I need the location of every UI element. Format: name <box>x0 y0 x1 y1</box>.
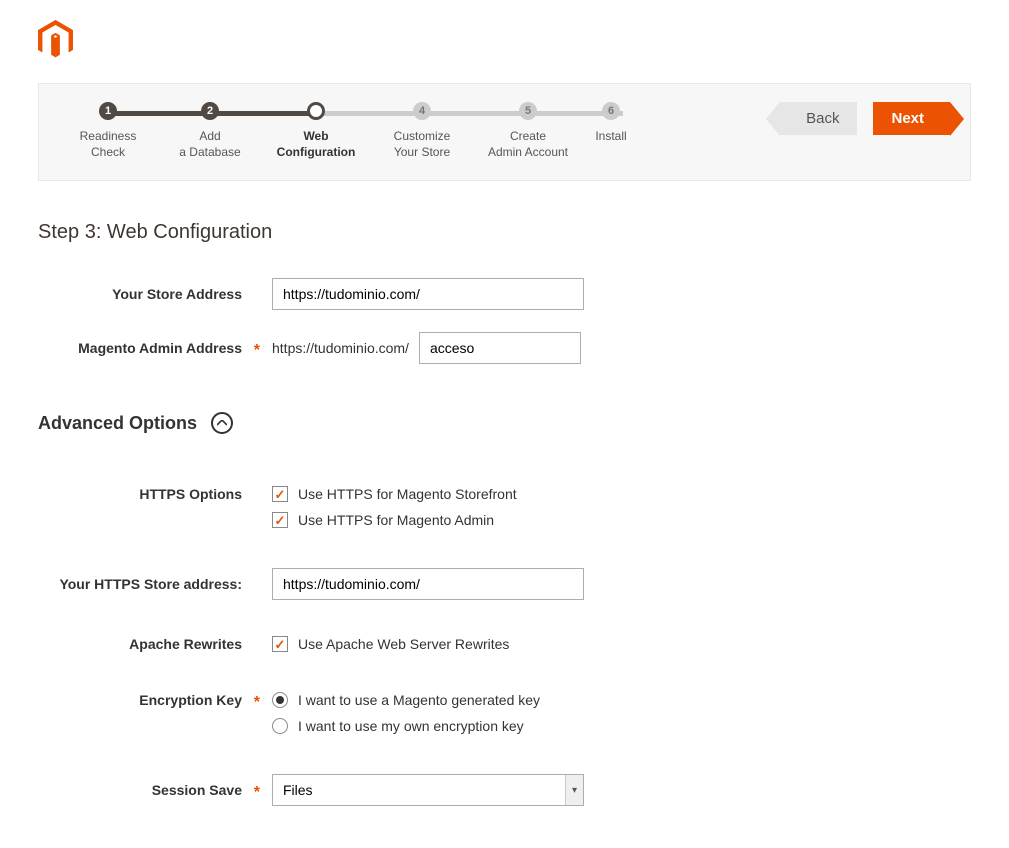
step-label: CreateAdmin Account <box>488 128 568 160</box>
back-button[interactable]: Back <box>780 102 857 135</box>
checkbox-apache[interactable] <box>272 636 288 652</box>
session-save-select[interactable]: Files <box>272 774 584 806</box>
advanced-options-header[interactable]: Advanced Options <box>38 412 971 434</box>
magento-logo-icon <box>38 20 73 60</box>
row-https-options: HTTPS Options Use HTTPS for Magento Stor… <box>38 486 971 502</box>
row-https-store-address: Your HTTPS Store address: <box>38 568 971 600</box>
step-web-config: 3 WebConfiguration <box>263 102 369 160</box>
label-session: Session Save <box>38 782 272 798</box>
row-encryption-own: I want to use my own encryption key <box>38 718 971 734</box>
page-body: Step 3: Web Configuration Your Store Add… <box>0 181 1009 848</box>
checkbox-label[interactable]: Use HTTPS for Magento Admin <box>298 512 494 528</box>
step-customize: 4 CustomizeYour Store <box>369 102 475 160</box>
checkbox-https-admin[interactable] <box>272 512 288 528</box>
step-circle-1: 1 <box>99 102 117 120</box>
step-circle-4: 4 <box>413 102 431 120</box>
radio-label[interactable]: I want to use a Magento generated key <box>298 692 540 708</box>
logo-area <box>0 0 1009 83</box>
step-readiness: 1 ReadinessCheck <box>59 102 157 160</box>
row-apache: Apache Rewrites Use Apache Web Server Re… <box>38 636 971 652</box>
checkbox-label[interactable]: Use Apache Web Server Rewrites <box>298 636 509 652</box>
label-encryption: Encryption Key <box>38 692 272 708</box>
https-store-input[interactable] <box>272 568 584 600</box>
next-button[interactable]: Next <box>873 102 950 135</box>
step-circle-5: 5 <box>519 102 537 120</box>
step-label: Adda Database <box>179 128 240 160</box>
step-num: 5 <box>525 105 531 117</box>
admin-path-input[interactable] <box>419 332 581 364</box>
radio-enc-magento[interactable] <box>272 692 288 708</box>
radio-label[interactable]: I want to use my own encryption key <box>298 718 524 734</box>
row-admin-address: Magento Admin Address https://tudominio.… <box>38 332 971 364</box>
wizard-progress-bar: 1 ReadinessCheck 2 Adda Database 3 WebCo… <box>38 83 971 181</box>
step-label: CustomizeYour Store <box>394 128 451 160</box>
row-session-save: Session Save Files ▾ <box>38 774 971 806</box>
admin-prefix: https://tudominio.com/ <box>272 340 409 356</box>
steps-list: 1 ReadinessCheck 2 Adda Database 3 WebCo… <box>59 102 780 160</box>
nav-buttons: Back Next <box>780 102 950 135</box>
step-num: 6 <box>608 105 614 117</box>
chevron-up-icon[interactable] <box>211 412 233 434</box>
step-num: 2 <box>207 105 213 117</box>
row-encryption: Encryption Key I want to use a Magento g… <box>38 692 971 708</box>
step-label: WebConfiguration <box>277 128 356 160</box>
step-label: Install <box>595 128 626 144</box>
label-admin-address: Magento Admin Address <box>38 340 272 356</box>
step-circle-3: 3 <box>307 102 325 120</box>
step-circle-6: 6 <box>602 102 620 120</box>
row-store-address: Your Store Address <box>38 278 971 310</box>
store-address-input[interactable] <box>272 278 584 310</box>
label-apache: Apache Rewrites <box>38 636 272 652</box>
step-install: 6 Install <box>581 102 641 144</box>
step-num: 4 <box>419 105 425 117</box>
step-label: ReadinessCheck <box>80 128 137 160</box>
label-store-address: Your Store Address <box>38 286 272 302</box>
page-title: Step 3: Web Configuration <box>38 221 971 244</box>
advanced-title: Advanced Options <box>38 413 197 434</box>
step-database: 2 Adda Database <box>157 102 263 160</box>
step-num: 1 <box>105 105 111 117</box>
checkbox-label[interactable]: Use HTTPS for Magento Storefront <box>298 486 517 502</box>
label-https-store: Your HTTPS Store address: <box>38 576 272 592</box>
step-admin: 5 CreateAdmin Account <box>475 102 581 160</box>
label-https: HTTPS Options <box>38 486 272 502</box>
row-https-admin: Use HTTPS for Magento Admin <box>38 512 971 528</box>
step-circle-2: 2 <box>201 102 219 120</box>
radio-enc-own[interactable] <box>272 718 288 734</box>
checkbox-https-storefront[interactable] <box>272 486 288 502</box>
